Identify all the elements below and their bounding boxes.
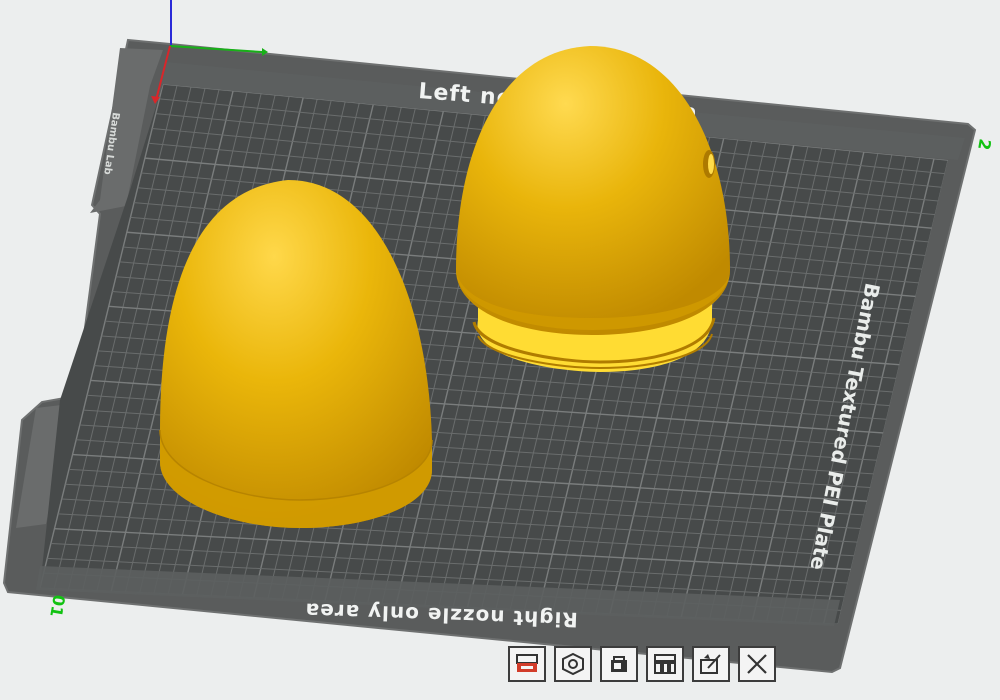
3d-viewport[interactable]: Left nozzle only area Right nozzle only … [0,0,1000,700]
plate-toolbar [508,636,776,692]
edit-settings-icon [700,654,721,674]
arrange-grid-icon [654,654,676,674]
hexagon-nut-icon [562,652,584,676]
model-hole-inner [708,154,714,174]
3d-scene[interactable]: Left nozzle only area Right nozzle only … [0,0,1000,700]
lock-plate-button[interactable] [600,646,638,682]
edit-plate-button[interactable] [692,646,730,682]
plate-number: 01 [46,593,69,618]
lock-icon [611,656,627,672]
auto-orient-button[interactable] [554,646,592,682]
close-icon [747,654,767,674]
plate-corner-number: 2 [974,137,995,151]
remove-plate-button[interactable] [738,646,776,682]
arrange-plate-button[interactable] [646,646,684,682]
printer-icon [516,654,538,672]
plate-setting-button[interactable] [508,646,546,682]
